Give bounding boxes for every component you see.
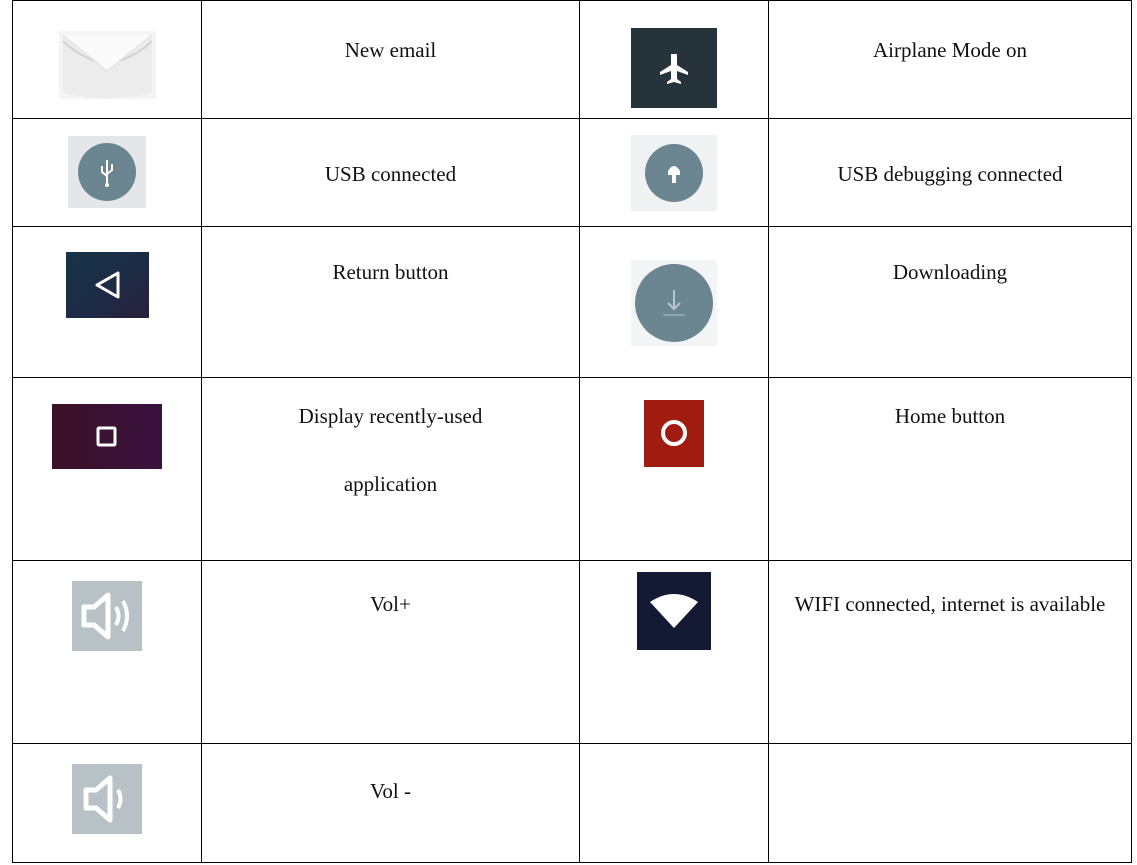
label-cell: Downloading	[768, 226, 1132, 378]
icon-cell	[12, 118, 202, 227]
icon-description: USB connected	[324, 162, 457, 186]
icon-description: USB debugging connected	[837, 162, 1063, 186]
label-cell: Airplane Mode on	[768, 0, 1132, 119]
icon-description: Return button	[332, 260, 449, 284]
icon-description: WIFI connected, internet is available	[794, 592, 1106, 616]
icon-cell	[579, 377, 769, 561]
icon-cell	[12, 560, 202, 744]
icon-description: Vol -	[369, 779, 412, 803]
download-icon	[631, 260, 717, 346]
back-triangle-icon	[65, 252, 149, 318]
table-row: Display recently-used application Home b…	[12, 377, 1132, 561]
label-cell: New email	[201, 0, 580, 119]
volume-up-icon	[72, 581, 142, 651]
icon-cell	[579, 0, 769, 119]
icon-description: Airplane Mode on	[873, 38, 1027, 62]
label-cell: Vol+	[201, 560, 580, 744]
label-cell: Home button	[768, 377, 1132, 561]
label-cell: Vol -	[201, 743, 580, 863]
icon-cell	[12, 743, 202, 863]
empty-cell	[768, 743, 1132, 863]
envelope-icon	[58, 31, 156, 99]
usb-icon	[68, 136, 146, 208]
icon-cell	[12, 377, 202, 561]
icon-cell	[12, 226, 202, 378]
label-cell: USB connected	[201, 118, 580, 227]
empty-cell	[579, 743, 769, 863]
icon-description: Home button	[894, 404, 1006, 428]
table-row: USB connected USB debugging connected	[12, 118, 1132, 227]
icon-cell	[12, 0, 202, 119]
icon-cell	[579, 118, 769, 227]
home-circle-icon	[644, 400, 704, 467]
usb-debugging-icon	[631, 135, 717, 211]
table-row: New email Airplane Mode on	[12, 0, 1132, 119]
icon-description: Display recently-used application	[298, 404, 483, 496]
label-cell: WIFI connected, internet is available	[768, 560, 1132, 744]
table-row: Vol+ WIFI connected, internet is availab…	[12, 560, 1132, 744]
wifi-icon	[637, 572, 711, 650]
icon-reference-table: New email Airplane Mode on USB connected…	[12, 0, 1132, 863]
icon-description: Downloading	[892, 260, 1008, 284]
recent-apps-square-icon	[52, 404, 162, 469]
icon-cell	[579, 226, 769, 378]
label-cell: Display recently-used application	[201, 377, 580, 561]
volume-down-icon	[72, 764, 142, 834]
label-cell: Return button	[201, 226, 580, 378]
table-row: Return button Downloading	[12, 226, 1132, 378]
label-cell: USB debugging connected	[768, 118, 1132, 227]
airplane-icon	[631, 28, 717, 108]
icon-cell	[579, 560, 769, 744]
table-row: Vol -	[12, 743, 1132, 863]
icon-description: New email	[344, 38, 437, 62]
icon-description: Vol+	[370, 592, 411, 616]
